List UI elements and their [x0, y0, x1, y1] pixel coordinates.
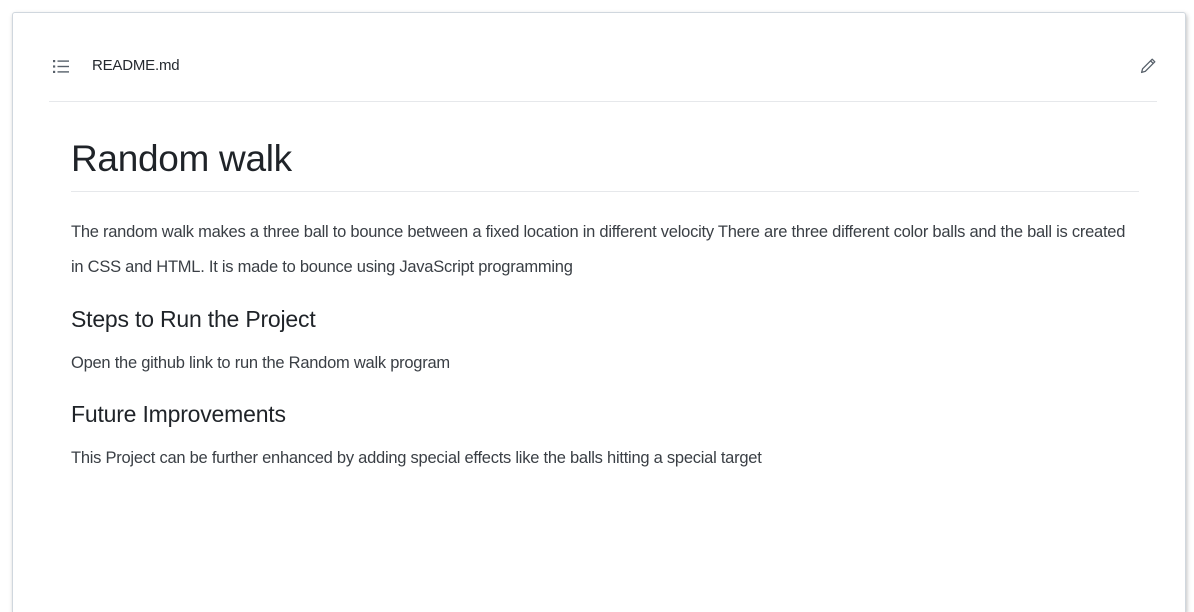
readme-header: README.md	[49, 13, 1157, 102]
file-name: README.md	[92, 57, 180, 74]
pencil-icon[interactable]	[1139, 57, 1157, 75]
intro-paragraph: The random walk makes a three ball to bo…	[71, 223, 1126, 277]
list-icon[interactable]	[53, 60, 69, 73]
steps-heading: Steps to Run the Project	[71, 306, 316, 333]
steps-paragraph: Open the github link to run the Random w…	[71, 353, 450, 372]
readme-content: Random walk The random walk makes a thre…	[71, 119, 1139, 476]
readme-panel: README.md Random walk The random walk ma…	[12, 12, 1186, 612]
readme-title: Random walk	[71, 119, 1139, 193]
future-heading: Future Improvements	[71, 400, 286, 427]
future-paragraph: This Project can be further enhanced by …	[71, 448, 762, 467]
